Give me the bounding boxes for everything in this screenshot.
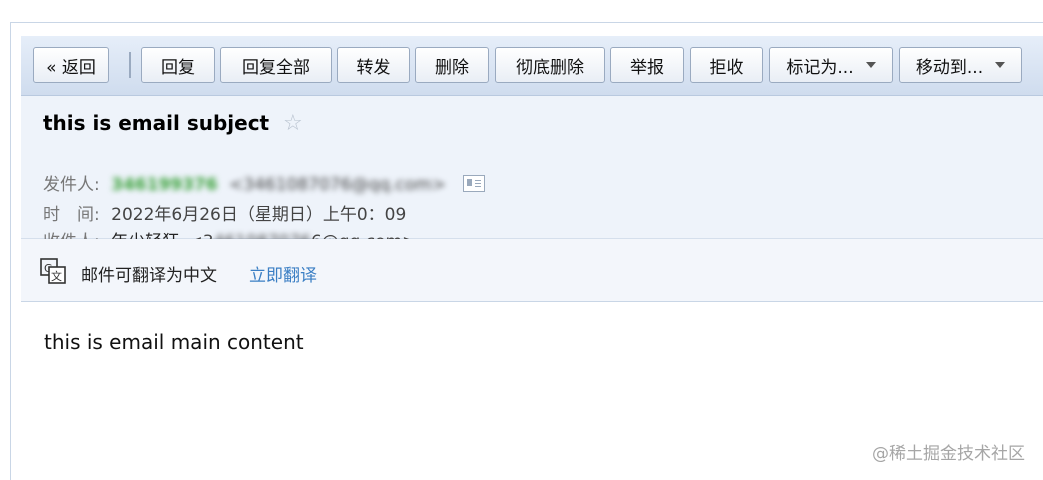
- svg-text:文: 文: [51, 269, 62, 283]
- delete-button[interactable]: 删除: [415, 47, 489, 83]
- toolbar-separator: [129, 52, 131, 78]
- reject-button[interactable]: 拒收: [690, 47, 763, 83]
- mark-as-dropdown[interactable]: 标记为...: [769, 47, 893, 83]
- chevron-down-icon: [995, 62, 1006, 68]
- sender-label: 发件人:: [43, 175, 100, 195]
- time-label: 时 间:: [43, 205, 100, 225]
- contact-card-icon[interactable]: [463, 174, 486, 192]
- mail-frame: « 返回 回复 回复全部 转发 删除 彻底删除 举报 拒收 标记为... 移动到…: [10, 22, 1043, 480]
- sender-email: <3461087076@qq.com>: [229, 175, 446, 195]
- forward-button[interactable]: 转发: [337, 47, 410, 83]
- mail-subject: this is email subject: [43, 111, 270, 135]
- delete-permanently-button[interactable]: 彻底删除: [495, 47, 605, 83]
- translate-icon: G 文: [40, 258, 66, 284]
- mark-as-label: 标记为...: [786, 57, 854, 78]
- mail-toolbar: « 返回 回复 回复全部 转发 删除 彻底删除 举报 拒收 标记为... 移动到…: [21, 36, 1043, 96]
- report-button[interactable]: 举报: [610, 47, 684, 83]
- time-value: 2022年6月26日（星期日）上午0：09: [111, 205, 407, 225]
- star-icon[interactable]: ☆: [283, 113, 303, 135]
- page: « 返回 回复 回复全部 转发 删除 彻底删除 举报 拒收 标记为... 移动到…: [0, 0, 1043, 480]
- reply-all-button[interactable]: 回复全部: [220, 47, 332, 83]
- mail-header: this is email subject ☆ 发件人: 346199376 <…: [21, 96, 1043, 252]
- reply-button[interactable]: 回复: [141, 47, 215, 83]
- move-to-label: 移动到...: [915, 57, 984, 78]
- move-to-dropdown[interactable]: 移动到...: [899, 47, 1022, 83]
- back-button[interactable]: « 返回: [33, 47, 109, 83]
- sender-row: 发件人: 346199376 <3461087076@qq.com>: [43, 170, 486, 195]
- translate-bar: G 文 邮件可翻译为中文 立即翻译: [21, 239, 1043, 302]
- watermark: @稀土掘金技术社区: [872, 444, 1025, 464]
- translate-now-link[interactable]: 立即翻译: [249, 261, 317, 286]
- translate-notice: 邮件可翻译为中文: [81, 266, 217, 286]
- mail-body: this is email main content: [44, 330, 304, 354]
- time-row: 时 间: 2022年6月26日（星期日）上午0：09: [43, 200, 406, 225]
- top-strip: [0, 0, 1043, 22]
- sender-name[interactable]: 346199376: [111, 175, 217, 195]
- chevron-down-icon: [865, 62, 876, 68]
